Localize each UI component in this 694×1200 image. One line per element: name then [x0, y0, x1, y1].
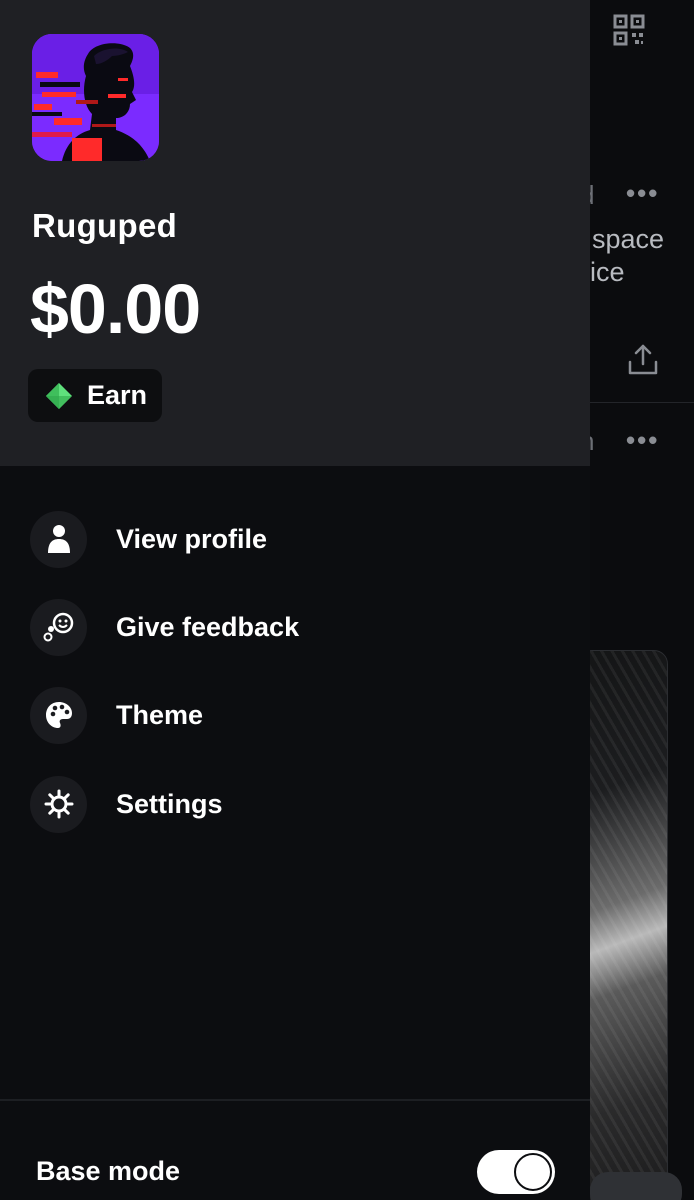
- menu-item-label: View profile: [116, 523, 268, 554]
- menu-item-view-profile[interactable]: View profile: [30, 510, 570, 568]
- toggle-knob: [514, 1153, 552, 1191]
- feed-text-fragment: ice: [590, 257, 625, 287]
- menu-item-label: Theme: [116, 699, 204, 730]
- earn-label: Earn: [87, 380, 148, 410]
- palette-icon: [30, 686, 87, 744]
- feed-text-fragment: space: [592, 224, 665, 254]
- feedback-icon: [30, 598, 87, 656]
- side-drawer: Ruguped $0.00 Earn View profile Give fee…: [0, 0, 590, 1200]
- avatar[interactable]: [32, 34, 159, 161]
- gear-icon: [30, 775, 87, 833]
- base-mode-toggle[interactable]: [477, 1150, 555, 1194]
- menu-item-label: Give feedback: [116, 611, 300, 642]
- balance-amount: $0.00: [30, 270, 201, 348]
- feed-divider: [590, 402, 694, 403]
- menu-item-give-feedback[interactable]: Give feedback: [30, 598, 570, 656]
- more-options-icon[interactable]: •••: [626, 178, 659, 209]
- menu-item-label: Settings: [116, 788, 223, 819]
- base-mode-label: Base mode: [36, 1156, 181, 1186]
- more-options-icon[interactable]: •••: [626, 425, 659, 456]
- share-icon[interactable]: [625, 342, 661, 378]
- app-screen: d ••• space ice n •••: [0, 0, 694, 1200]
- earn-button[interactable]: Earn: [28, 369, 162, 422]
- person-icon: [30, 510, 87, 568]
- feed-post-image[interactable]: [578, 650, 668, 1200]
- menu-item-theme[interactable]: Theme: [30, 686, 570, 744]
- qr-code-icon[interactable]: [613, 14, 645, 46]
- drawer-header: Ruguped $0.00 Earn: [0, 0, 590, 466]
- feed-button[interactable]: [590, 1172, 682, 1200]
- menu-item-settings[interactable]: Settings: [30, 775, 570, 833]
- avatar-image: [32, 34, 159, 161]
- footer-divider: [0, 1099, 590, 1101]
- diamond-icon: [46, 382, 72, 409]
- username: Ruguped: [32, 207, 178, 244]
